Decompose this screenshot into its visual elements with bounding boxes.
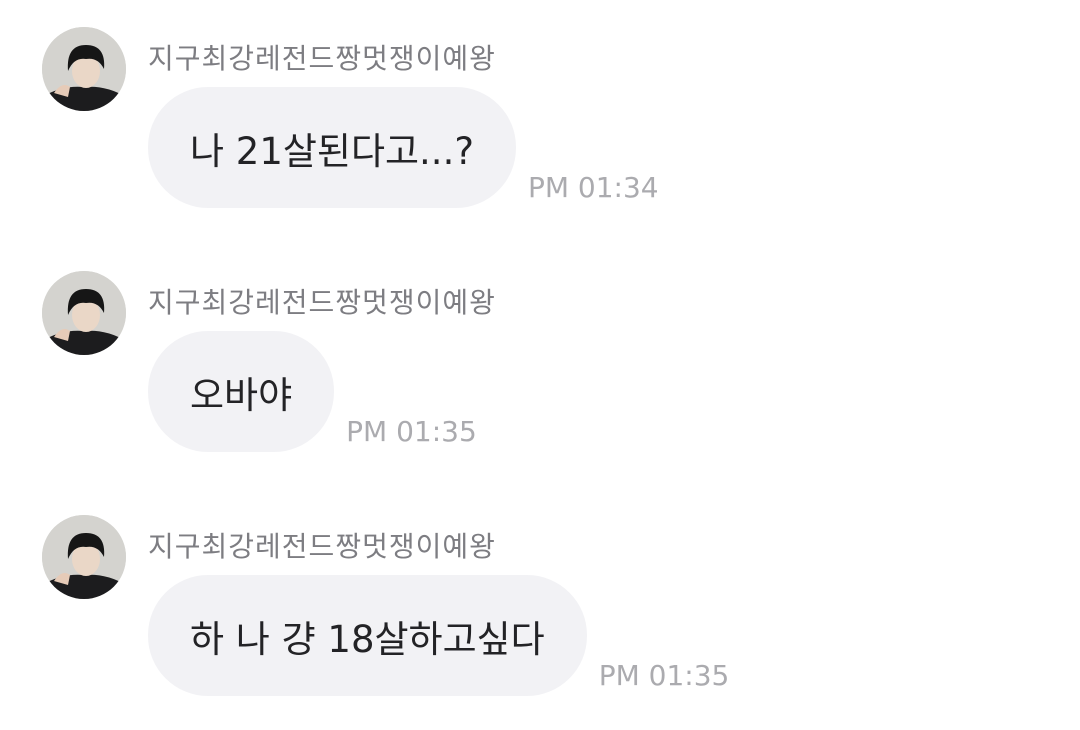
chat-thread: 지구최강레전드짱멋쟁이예왕 나 21살된다고...? PM 01:34 지구최강… <box>0 0 1080 730</box>
message-time: PM 01:35 <box>598 659 730 692</box>
message-bubble[interactable]: 하 나 걍 18살하고싶다 <box>148 575 587 696</box>
profile-photo-icon <box>42 271 126 355</box>
message-row: 하 나 걍 18살하고싶다 PM 01:35 <box>148 575 729 696</box>
message-text: 하 나 걍 18살하고싶다 <box>190 617 545 661</box>
profile-photo-icon <box>42 27 126 111</box>
sender-name: 지구최강레전드짱멋쟁이예왕 <box>148 286 496 319</box>
avatar[interactable] <box>42 515 126 599</box>
message-text: 나 21살된다고...? <box>190 129 474 173</box>
message-row: 오바야 PM 01:35 <box>148 331 477 452</box>
message-bubble[interactable]: 오바야 <box>148 331 335 452</box>
profile-photo-icon <box>42 515 126 599</box>
message-time: PM 01:35 <box>346 415 477 448</box>
sender-name: 지구최강레전드짱멋쟁이예왕 <box>148 42 496 75</box>
avatar[interactable] <box>42 27 126 111</box>
message-time: PM 01:34 <box>527 171 659 204</box>
message-text: 오바야 <box>190 373 293 417</box>
message-bubble[interactable]: 나 21살된다고...? <box>148 87 516 208</box>
message-row: 나 21살된다고...? PM 01:34 <box>148 87 659 208</box>
avatar[interactable] <box>42 271 126 355</box>
sender-name: 지구최강레전드짱멋쟁이예왕 <box>148 530 496 563</box>
